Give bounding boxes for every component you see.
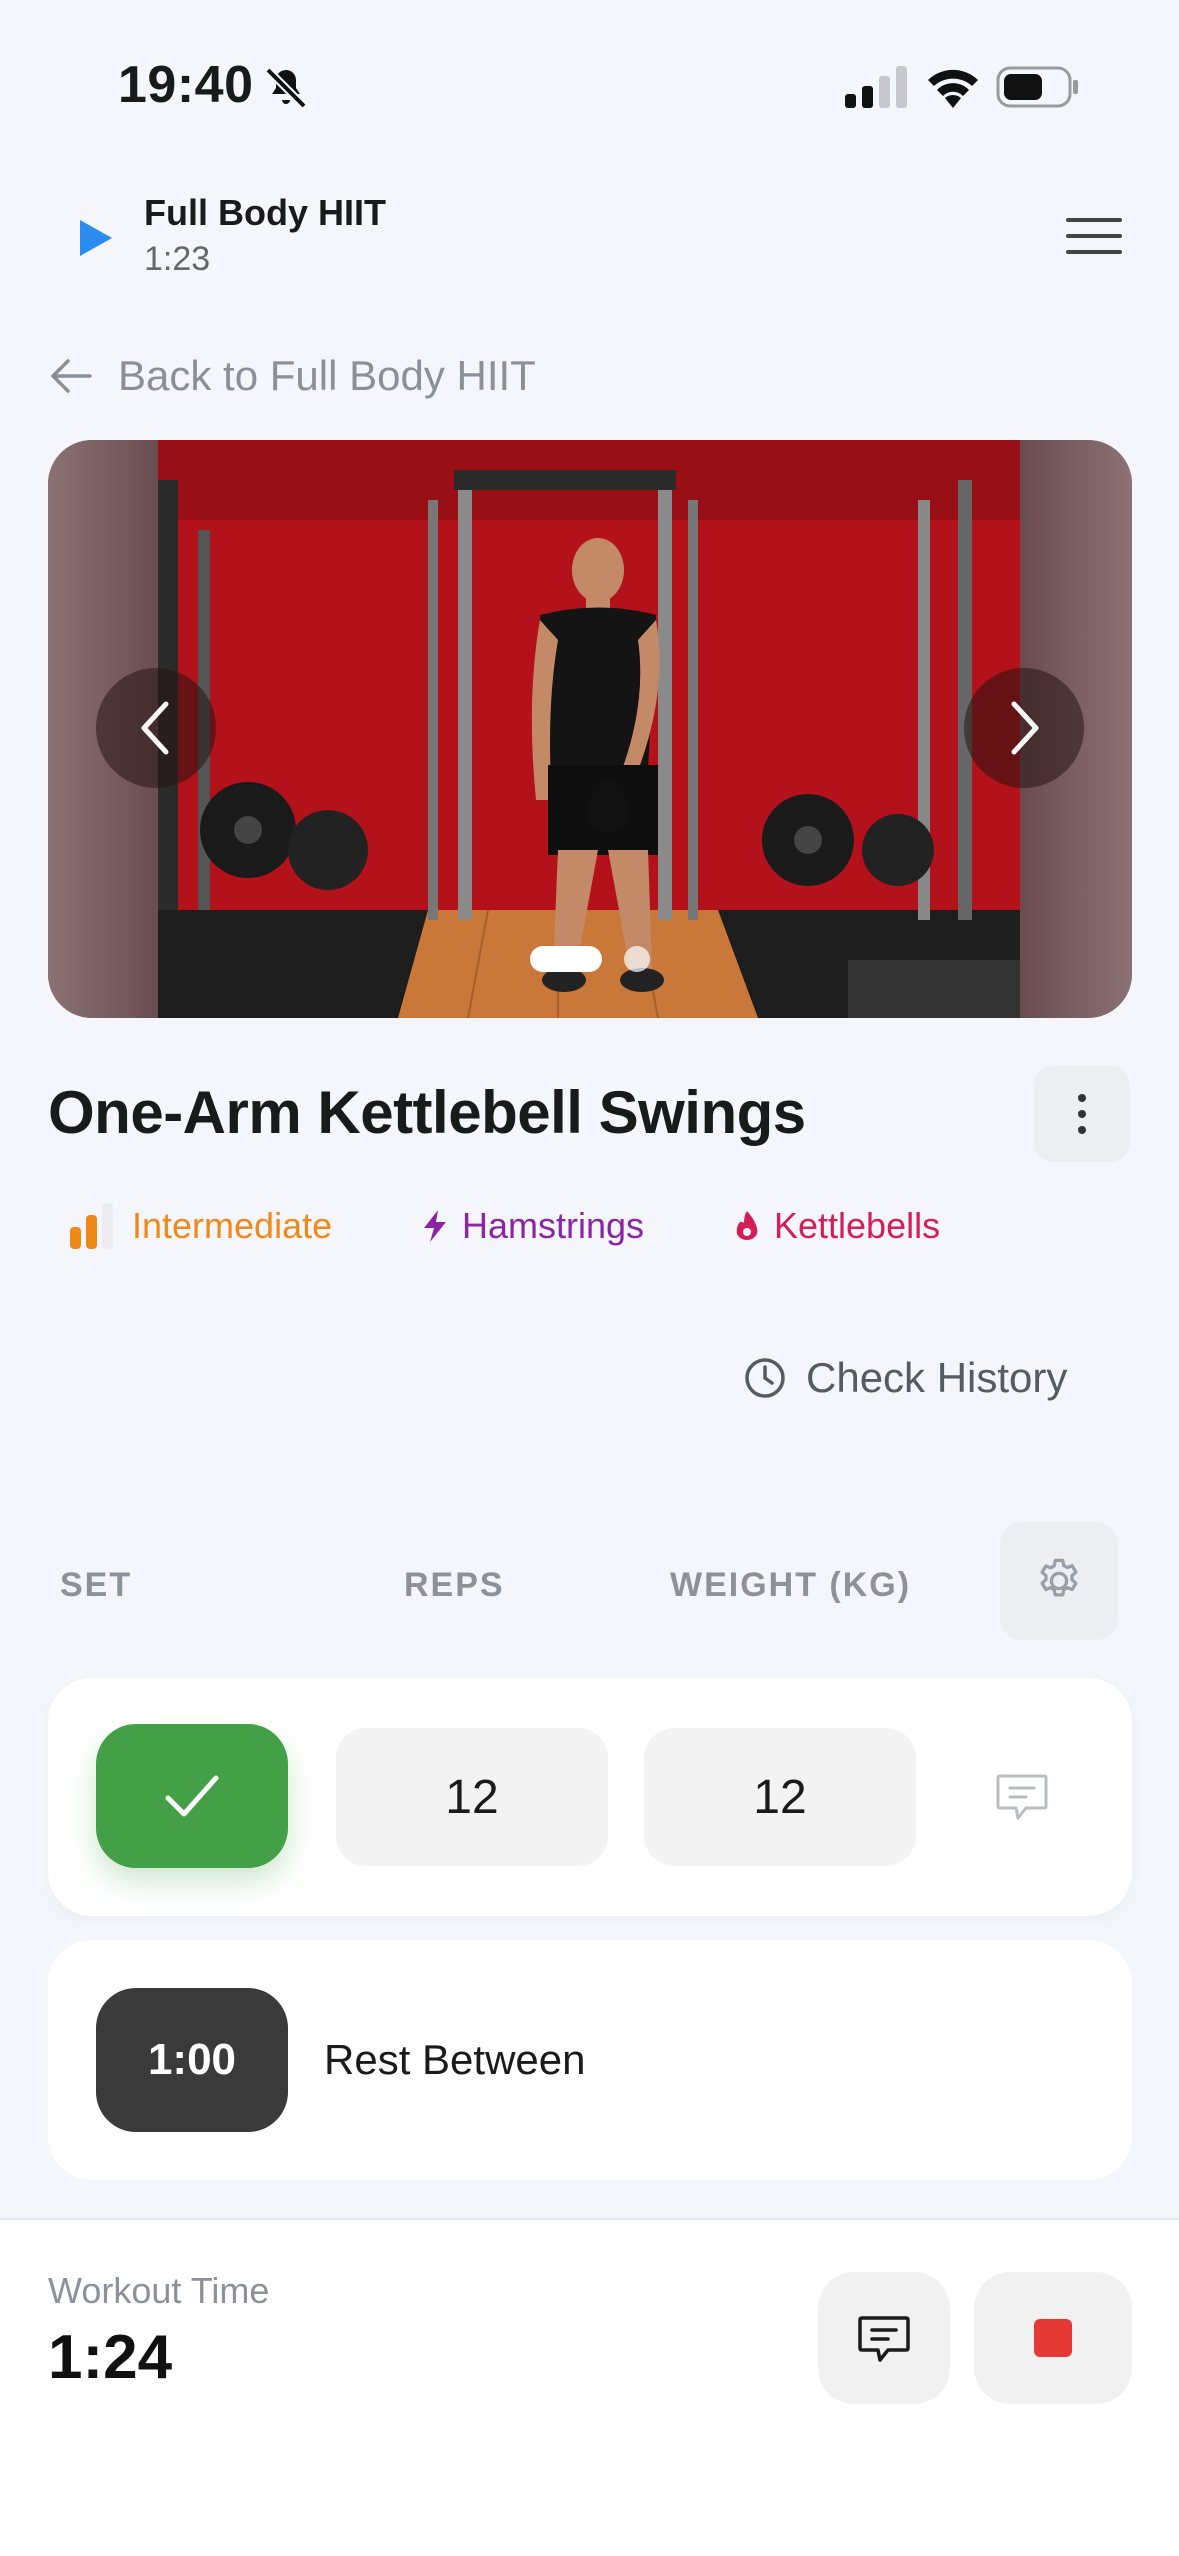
- carousel-prev-button[interactable]: [96, 668, 216, 788]
- wifi-icon: [928, 69, 978, 108]
- battery-icon: [996, 66, 1078, 108]
- tag-equipment-label: Kettlebells: [774, 1205, 941, 1246]
- status-bar: 19:40: [0, 0, 1179, 160]
- level-bars-icon: [70, 1203, 113, 1249]
- workout-timer: 1:23: [144, 240, 211, 278]
- back-link-label: Back to Full Body HIIT: [118, 352, 536, 399]
- arrow-left-icon: [51, 359, 92, 393]
- comment-icon: [858, 2316, 910, 2362]
- workout-header: Full Body HIIT 1:23: [0, 180, 1179, 300]
- check-icon: [165, 1775, 219, 1817]
- tag-level: Intermediate: [68, 1196, 332, 1256]
- status-time: 19:40: [118, 56, 254, 114]
- carousel-dot-active[interactable]: [530, 946, 602, 972]
- workout-notes-button[interactable]: [818, 2272, 950, 2404]
- tag-muscle-label: Hamstrings: [462, 1205, 645, 1246]
- bell-off-icon: [265, 67, 307, 109]
- check-history-button[interactable]: Check History: [744, 1348, 1067, 1408]
- carousel-next-button[interactable]: [964, 668, 1084, 788]
- gear-icon: [1040, 1558, 1078, 1597]
- exercise-photo: [158, 440, 1020, 1018]
- stop-icon: [1034, 2319, 1072, 2357]
- workout-footer: Workout Time 1:24: [0, 2218, 1179, 2556]
- play-icon[interactable]: [78, 218, 114, 258]
- column-header-set: SET: [60, 1566, 133, 1604]
- check-history-label: Check History: [806, 1354, 1068, 1401]
- workout-time-label: Workout Time: [48, 2270, 270, 2311]
- back-link[interactable]: Back to Full Body HIIT: [50, 348, 536, 404]
- tag-level-label: Intermediate: [132, 1205, 333, 1246]
- menu-icon[interactable]: [1066, 214, 1122, 258]
- more-options-button[interactable]: [1034, 1066, 1130, 1162]
- set-complete-button[interactable]: [96, 1724, 288, 1868]
- bolt-icon: [424, 1210, 446, 1242]
- tag-equipment: Kettlebells: [734, 1196, 940, 1256]
- set-row: 12 12: [48, 1678, 1132, 1916]
- table-settings-button[interactable]: [1000, 1522, 1118, 1640]
- stop-workout-button[interactable]: [974, 2272, 1132, 2404]
- flame-icon: [736, 1211, 758, 1240]
- weight-input[interactable]: 12: [644, 1728, 916, 1866]
- signal-icon: [845, 66, 907, 108]
- reps-input[interactable]: 12: [336, 1728, 608, 1866]
- workout-time-value: 1:24: [48, 2323, 173, 2392]
- clock-icon: [745, 1358, 785, 1398]
- rest-timer-button[interactable]: 1:00: [96, 1988, 288, 2132]
- workout-title: Full Body HIIT: [144, 192, 386, 233]
- chevron-right-icon: [1011, 701, 1039, 755]
- column-header-reps: REPS: [404, 1566, 505, 1604]
- more-vertical-icon: [1078, 1094, 1086, 1134]
- tag-muscle: Hamstrings: [422, 1196, 644, 1256]
- rest-label: Rest Between: [324, 2036, 586, 2083]
- exercise-title: One-Arm Kettlebell Swings: [48, 1079, 806, 1146]
- exercise-media-carousel[interactable]: [48, 440, 1132, 1018]
- carousel-dot[interactable]: [624, 946, 650, 972]
- chevron-left-icon: [141, 701, 169, 755]
- column-header-weight: WEIGHT (KG): [670, 1566, 912, 1604]
- rest-row: 1:00 Rest Between: [48, 1940, 1132, 2180]
- comment-icon[interactable]: [994, 1768, 1050, 1824]
